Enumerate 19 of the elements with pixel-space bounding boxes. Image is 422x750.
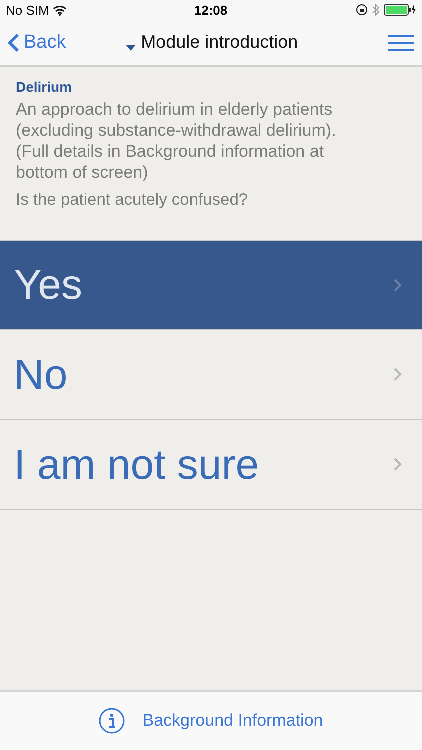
back-button[interactable]: Back (8, 32, 66, 54)
chevron-right-icon (394, 278, 402, 292)
battery-icon (384, 4, 416, 16)
clock-time: 12:08 (194, 2, 228, 18)
bluetooth-icon (372, 4, 380, 16)
chevron-left-icon (8, 32, 20, 52)
wifi-icon (53, 4, 68, 16)
question-text: Is the patient acutely confused? (16, 191, 250, 210)
module-title: Delirium (16, 79, 74, 95)
chevron-right-icon (394, 368, 402, 381)
module-description: An approach to delirium in elderly patients (excluding substance-withdrawal delirium). (Full details in Background information at bottom of screen) (16, 99, 338, 183)
screen-title: Module introduction (141, 32, 298, 53)
chevron-right-icon (394, 458, 402, 471)
rotation-lock-icon (356, 4, 368, 16)
menu-button[interactable] (388, 34, 414, 50)
carrier-label: No SIM (6, 2, 50, 18)
dropdown-caret-icon[interactable] (126, 44, 136, 50)
answer-option[interactable]: Yes (0, 240, 422, 330)
info-icon (98, 708, 125, 734)
